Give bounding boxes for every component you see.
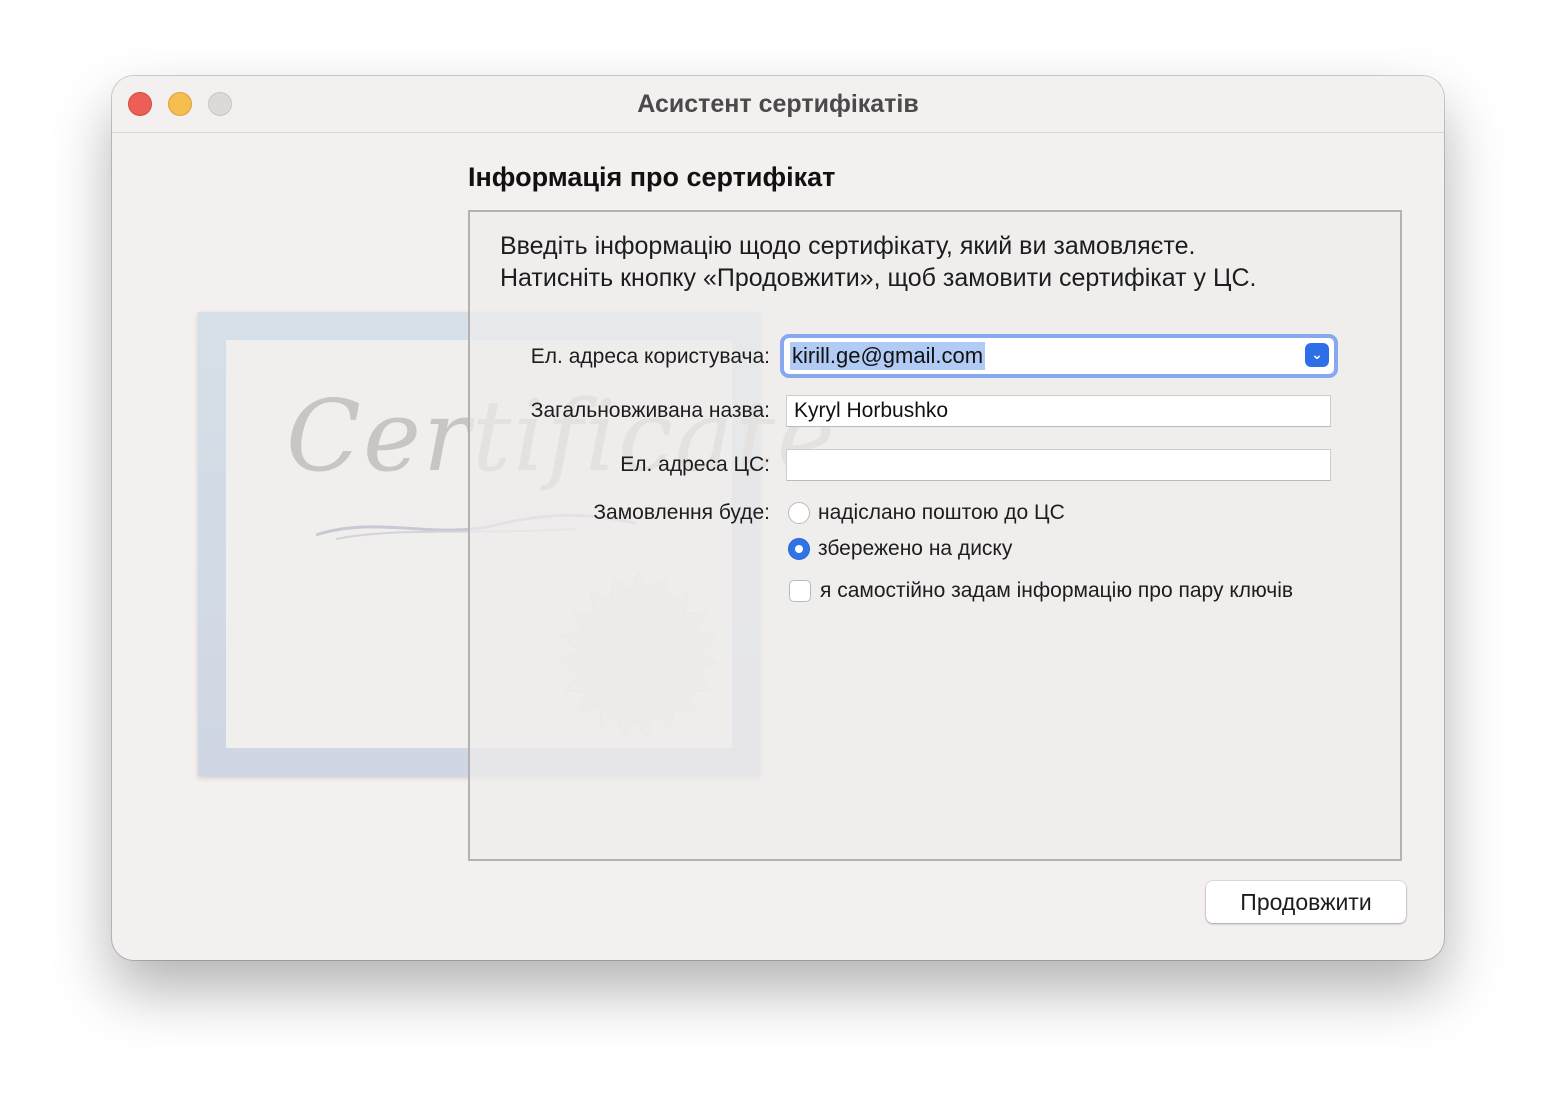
radio-selected-dot: [795, 545, 803, 553]
keypair-checkbox[interactable]: [789, 580, 811, 602]
intro-text: Введіть інформацію щодо сертифікату, яки…: [500, 230, 1256, 294]
common-name-field[interactable]: Kyryl Horbushko: [786, 395, 1331, 427]
window-title: Асистент сертифікатів: [637, 90, 919, 118]
radio-emailed-to-ca-label[interactable]: надіслано поштою до ЦС: [818, 501, 1065, 525]
radio-saved-to-disk-label[interactable]: збережено на диску: [818, 537, 1012, 561]
certificate-info-panel: Введіть інформацію щодо сертифікату, яки…: [468, 210, 1402, 861]
ca-email-field[interactable]: [786, 449, 1331, 481]
certificate-assistant-window: Асистент сертифікатів Інформація про сер…: [112, 76, 1444, 960]
common-name-label: Загальновживана назва:: [530, 399, 770, 422]
user-email-combobox[interactable]: kirill.ge@gmail.com ⌄: [780, 334, 1338, 378]
title-bar: Асистент сертифікатів: [112, 76, 1444, 133]
keypair-checkbox-label[interactable]: я самостійно задам інформацію про пару к…: [820, 579, 1293, 603]
section-title: Інформація про сертифікат: [468, 162, 836, 192]
intro-line-1: Введіть інформацію щодо сертифікату, яки…: [500, 232, 1196, 260]
intro-line-2: Натисніть кнопку «Продовжити», щоб замов…: [500, 264, 1257, 292]
radio-emailed-to-ca[interactable]: [788, 502, 810, 524]
continue-button[interactable]: Продовжити: [1206, 881, 1406, 923]
radio-saved-to-disk[interactable]: [788, 538, 810, 560]
ca-email-label: Ел. адреса ЦС:: [620, 453, 770, 476]
chevron-down-icon[interactable]: ⌄: [1305, 343, 1329, 367]
request-is-label: Замовлення буде:: [593, 501, 770, 524]
user-email-value[interactable]: kirill.ge@gmail.com: [790, 342, 986, 370]
user-email-label: Ел. адреса користувача:: [530, 345, 770, 368]
